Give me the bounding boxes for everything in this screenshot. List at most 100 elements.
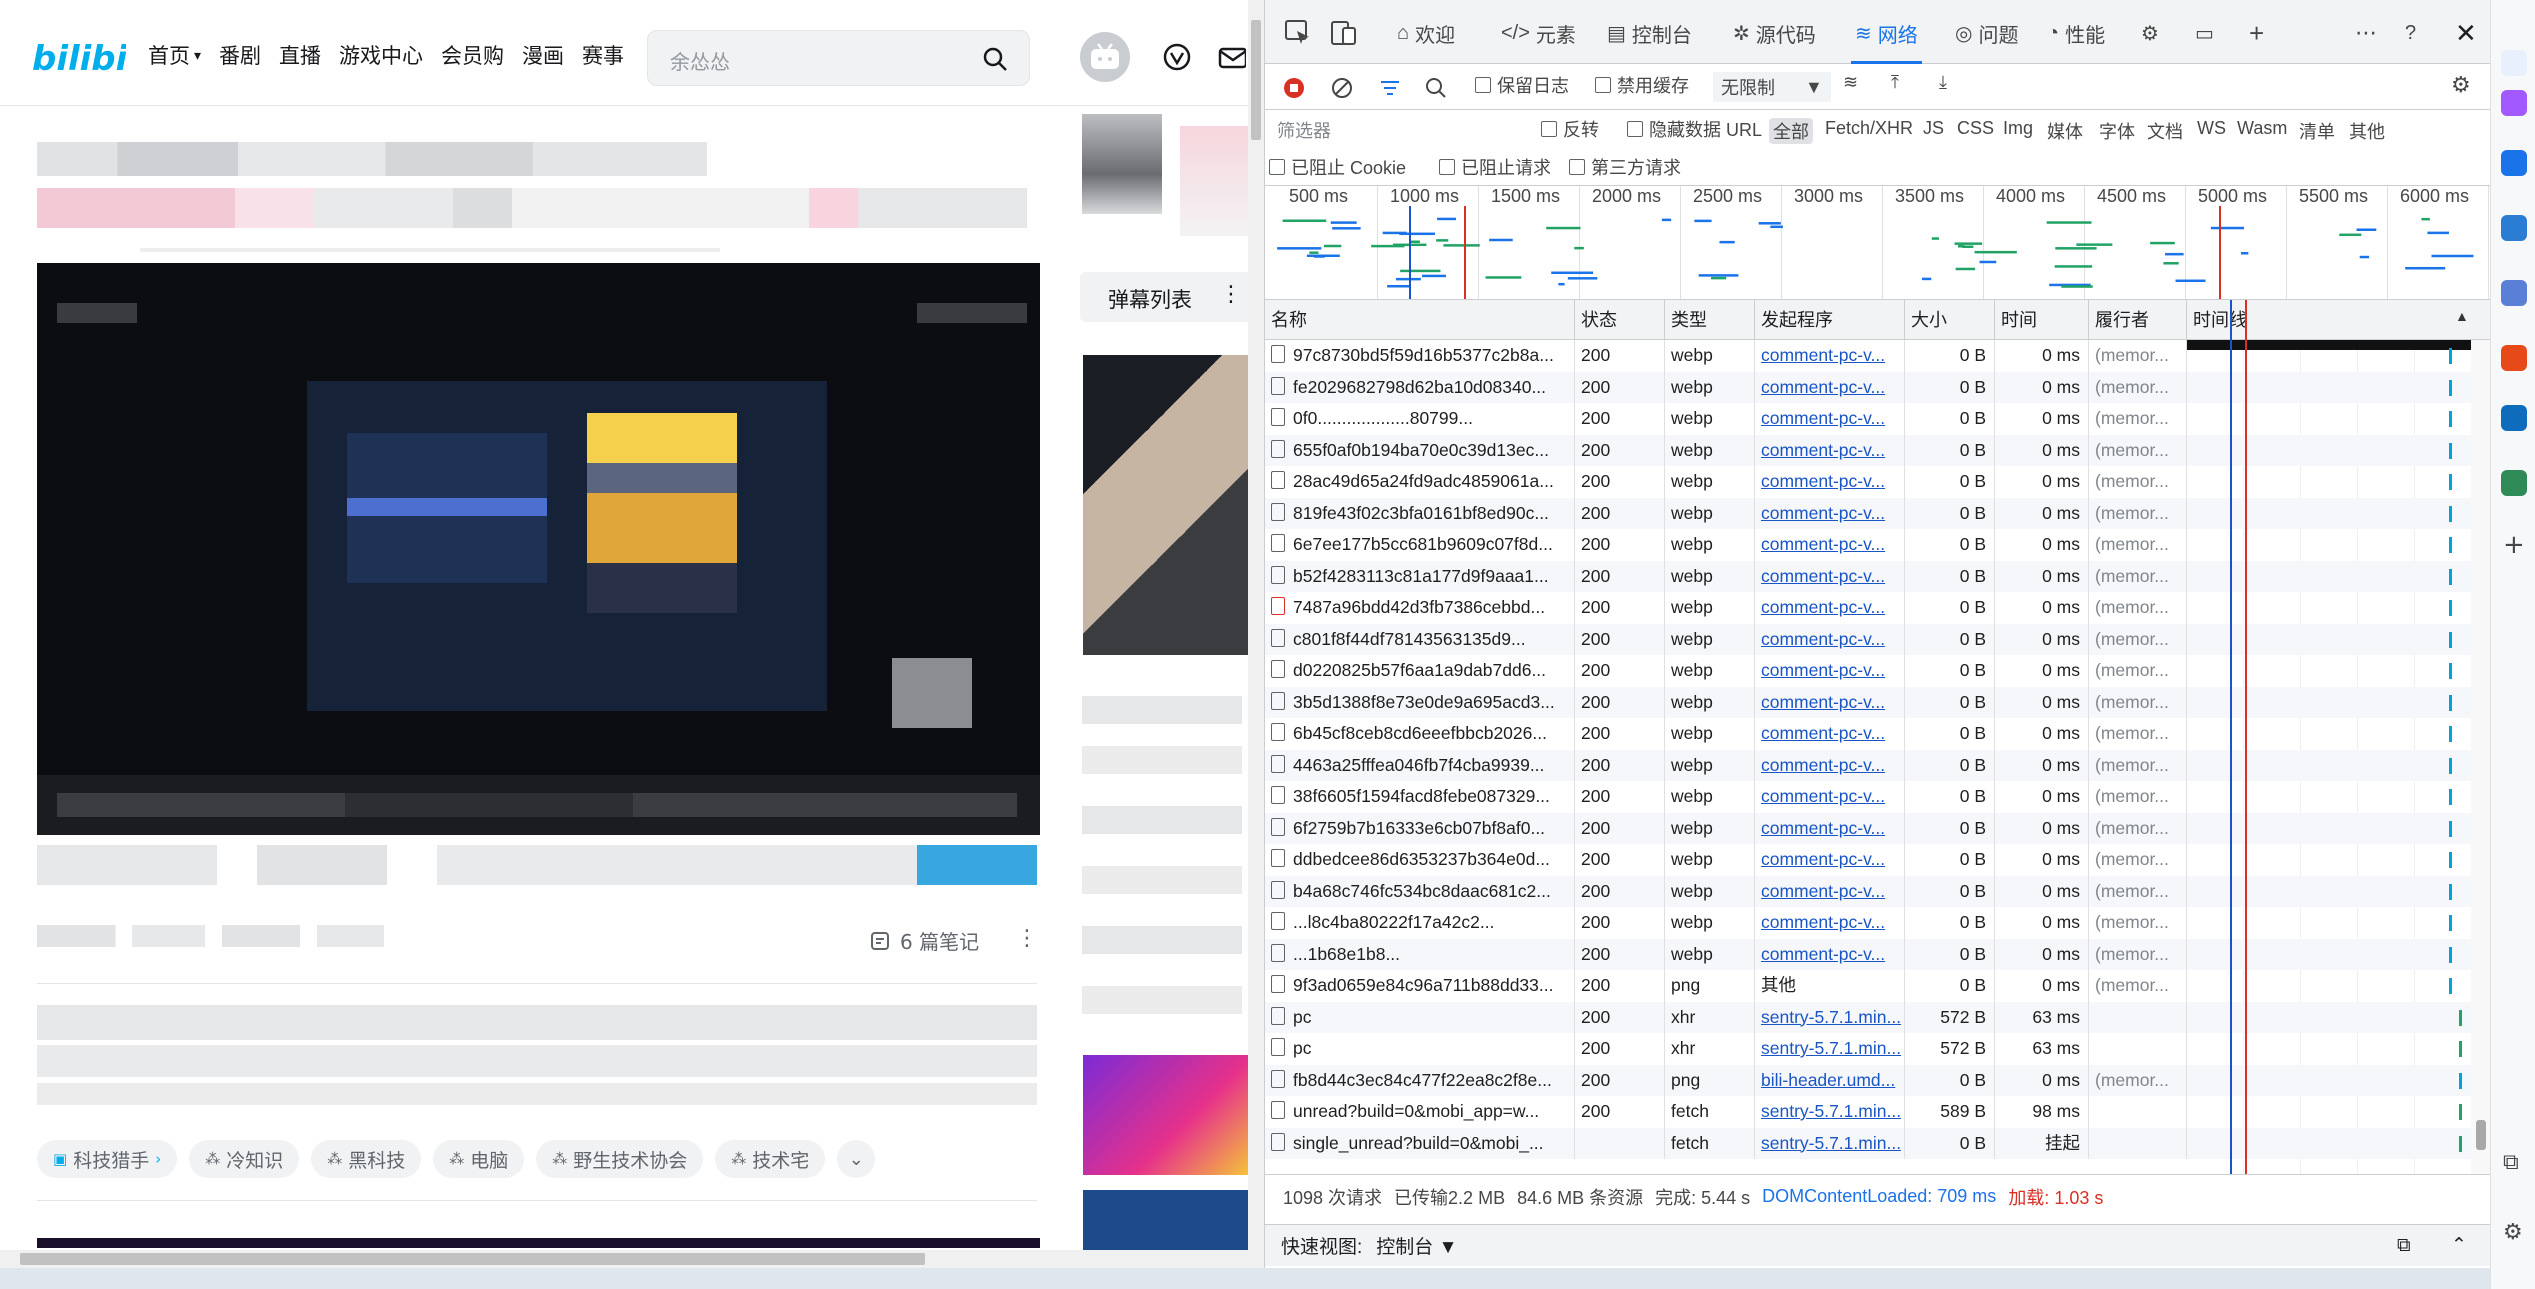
cell-initiator[interactable]: comment-pc-v... bbox=[1755, 844, 1905, 876]
network-request-row[interactable]: fe2029682798d62ba10d08340... 200 webp comme… bbox=[1265, 371, 2471, 403]
quick-view-select[interactable]: 控制台 ▼ bbox=[1376, 1232, 1457, 1259]
cell-initiator[interactable]: comment-pc-v... bbox=[1755, 434, 1905, 466]
copilot-icon[interactable] bbox=[2501, 90, 2527, 116]
column-initiator[interactable]: 发起程序 bbox=[1755, 300, 1905, 340]
hide-data-url-checkbox[interactable]: 隐藏数据 URL bbox=[1627, 116, 1762, 142]
search-icon[interactable] bbox=[1425, 77, 1447, 99]
add-sidebar-icon[interactable]: + bbox=[2503, 530, 2525, 560]
invert-checkbox[interactable]: 反转 bbox=[1541, 116, 1599, 142]
page-vertical-scrollbar[interactable] bbox=[1248, 0, 1264, 1270]
cell-initiator[interactable]: comment-pc-v... bbox=[1755, 718, 1905, 750]
recommend-thumbnail[interactable] bbox=[1083, 355, 1248, 655]
cell-initiator[interactable]: sentry-5.7.1.min... bbox=[1755, 1001, 1905, 1033]
network-request-row[interactable]: c801f8f44df78143563135d9... 200 webp commen… bbox=[1265, 623, 2471, 655]
player-controls[interactable] bbox=[37, 775, 1040, 835]
tree-icon[interactable] bbox=[2501, 470, 2527, 496]
column-time[interactable]: 时间 bbox=[1995, 300, 2089, 340]
dock-icon[interactable]: ⧉ bbox=[2397, 1235, 2411, 1257]
vip-icon[interactable] bbox=[1160, 40, 1194, 74]
tools-icon[interactable] bbox=[2501, 215, 2527, 241]
tab-network[interactable]: ≋ 网络 bbox=[1851, 14, 1922, 64]
scroll-thumb[interactable] bbox=[2476, 1120, 2486, 1150]
office-icon[interactable] bbox=[2501, 345, 2527, 371]
nav-anime[interactable]: 番剧 bbox=[210, 40, 270, 72]
cell-initiator[interactable]: sentry-5.7.1.min... bbox=[1755, 1096, 1905, 1128]
device-toolbar-icon[interactable] bbox=[1329, 18, 1359, 48]
network-request-row[interactable]: ddbedcee86d6353237b364e0d... 200 webp comme… bbox=[1265, 844, 2471, 876]
tab-welcome[interactable]: ⌂ 欢迎 bbox=[1397, 14, 1455, 52]
filter-type-fetch-xhr[interactable]: Fetch/XHR bbox=[1825, 118, 1913, 139]
scroll-thumb[interactable] bbox=[1251, 20, 1261, 140]
column-type[interactable]: 类型 bbox=[1665, 300, 1755, 340]
outlook-icon[interactable] bbox=[2501, 405, 2527, 431]
network-request-row[interactable]: 97c8730bd5f59d16b5377c2b8a... 200 webp comm… bbox=[1265, 340, 2471, 372]
nav-manga[interactable]: 漫画 bbox=[513, 40, 573, 72]
ad-banner[interactable] bbox=[1083, 1190, 1248, 1250]
cell-initiator[interactable]: comment-pc-v... bbox=[1755, 371, 1905, 403]
danmaku-list-header[interactable]: 弹幕列表 ⋮ bbox=[1080, 272, 1248, 322]
network-request-row[interactable]: 38f6605f1594facd8febe087329... 200 webp com… bbox=[1265, 781, 2471, 813]
sidebar-layout-icon[interactable]: ⧉ bbox=[2503, 1150, 2519, 1175]
network-request-row[interactable]: b4a68c746fc534bc8daac681c2... 200 webp comm… bbox=[1265, 875, 2471, 907]
nav-home[interactable]: 首页 ▾ bbox=[139, 40, 210, 72]
cell-initiator[interactable]: comment-pc-v... bbox=[1755, 623, 1905, 655]
nav-vip-shop[interactable]: 会员购 bbox=[432, 40, 513, 72]
tab-sources[interactable]: ✲ 源代码 bbox=[1733, 14, 1816, 52]
tab-performance[interactable]: ◔ 性能 bbox=[2047, 14, 2105, 52]
help-icon[interactable]: ? bbox=[2405, 14, 2416, 52]
network-request-row[interactable]: single_unread?build=0&mobi_... fetch sentr… bbox=[1265, 1127, 2471, 1159]
network-request-row[interactable]: 0f0...................80799... 200 webp com… bbox=[1265, 403, 2471, 435]
cell-initiator[interactable]: comment-pc-v... bbox=[1755, 497, 1905, 529]
window-icon[interactable]: ▭ bbox=[2195, 14, 2214, 52]
filter-type-all[interactable]: 全部 bbox=[1769, 118, 1813, 144]
more-horizontal-icon[interactable]: ⋯ bbox=[2355, 14, 2377, 52]
export-har-icon[interactable]: ⤓ bbox=[1939, 72, 1947, 93]
disable-cache-checkbox[interactable]: 禁用缓存 bbox=[1595, 72, 1689, 98]
network-settings-gear-icon[interactable]: ⚙ bbox=[2451, 72, 2471, 98]
filter-input[interactable]: 筛选器 bbox=[1277, 116, 1517, 146]
network-request-list[interactable]: 97c8730bd5f59d16b5377c2b8a... 200 webp comm… bbox=[1265, 340, 2491, 1174]
filter-type-img[interactable]: Img bbox=[2003, 118, 2033, 139]
network-request-row[interactable]: 3b5d1388f8e73e0de9a695acd3... 200 webp comm… bbox=[1265, 686, 2471, 718]
network-request-row[interactable]: 6f2759b7b16333e6cb07bf8af0... 200 webp comm… bbox=[1265, 812, 2471, 844]
cell-initiator[interactable]: comment-pc-v... bbox=[1755, 875, 1905, 907]
grid-vertical-scrollbar[interactable] bbox=[2471, 340, 2491, 1174]
filter-type-media[interactable]: 媒体 bbox=[2047, 118, 2083, 144]
tag-item[interactable]: ⁂ 野生技术协会 bbox=[536, 1140, 704, 1178]
cell-initiator[interactable]: sentry-5.7.1.min... bbox=[1755, 1127, 1905, 1159]
third-party-checkbox[interactable]: 第三方请求 bbox=[1569, 154, 1681, 180]
cell-initiator[interactable]: comment-pc-v... bbox=[1755, 749, 1905, 781]
tag-item[interactable]: ⁂ 电脑 bbox=[433, 1140, 525, 1178]
scroll-thumb[interactable] bbox=[20, 1253, 925, 1265]
cell-initiator[interactable]: comment-pc-v... bbox=[1755, 938, 1905, 970]
cell-initiator[interactable]: comment-pc-v... bbox=[1755, 529, 1905, 561]
network-request-row[interactable]: ...l8c4ba80222f17a42c2... 200 webp comment-… bbox=[1265, 907, 2471, 939]
avatar[interactable] bbox=[1080, 32, 1130, 82]
chevron-up-icon[interactable]: ⌃ bbox=[2451, 1234, 2467, 1257]
more-vertical-icon[interactable]: ⋮ bbox=[1016, 926, 1038, 951]
network-request-row[interactable]: d0220825b57f6aa1a9dab7dd6... 200 webp comme… bbox=[1265, 655, 2471, 687]
network-request-row[interactable]: 6b45cf8ceb8cd6eeefbbcb2026... 200 webp comm… bbox=[1265, 718, 2471, 750]
preserve-log-checkbox[interactable]: 保留日志 bbox=[1475, 72, 1569, 98]
nav-game-center[interactable]: 游戏中心 bbox=[330, 40, 432, 72]
filter-icon[interactable] bbox=[1379, 77, 1401, 99]
more-vertical-icon[interactable]: ⋮ bbox=[1220, 282, 1242, 307]
search-box[interactable]: 余怂怂 bbox=[647, 30, 1030, 86]
checkbox[interactable] bbox=[1627, 121, 1643, 137]
network-request-row[interactable]: ...1b68e1b8... 200 webp comment-pc-v... 0 B 0… bbox=[1265, 938, 2471, 970]
sidebar-settings-icon[interactable]: ⚙ bbox=[2503, 1220, 2523, 1245]
column-status[interactable]: 状态 bbox=[1575, 300, 1665, 340]
tab-console[interactable]: ▤ 控制台 bbox=[1607, 14, 1692, 52]
network-request-row[interactable]: unread?build=0&mobi_app=w... 200 fetch sent… bbox=[1265, 1096, 2471, 1128]
expand-tags-button[interactable]: ⌄ bbox=[837, 1140, 876, 1178]
import-har-icon[interactable]: ⤒ bbox=[1891, 72, 1899, 93]
network-overview-timeline[interactable]: 500 ms 1000 ms 1500 ms 2000 ms 2500 ms 3000 m… bbox=[1265, 186, 2491, 300]
ad-banner[interactable] bbox=[1083, 1055, 1248, 1175]
cell-initiator[interactable]: comment-pc-v... bbox=[1755, 403, 1905, 435]
cell-initiator[interactable]: comment-pc-v... bbox=[1755, 655, 1905, 687]
games-icon[interactable] bbox=[2501, 280, 2527, 306]
shopping-icon[interactable] bbox=[2501, 150, 2527, 176]
cell-initiator[interactable]: bili-header.umd... bbox=[1755, 1064, 1905, 1096]
horizontal-scrollbar[interactable] bbox=[0, 1250, 1248, 1268]
bilibili-logo[interactable]: bilibili bbox=[32, 34, 126, 80]
